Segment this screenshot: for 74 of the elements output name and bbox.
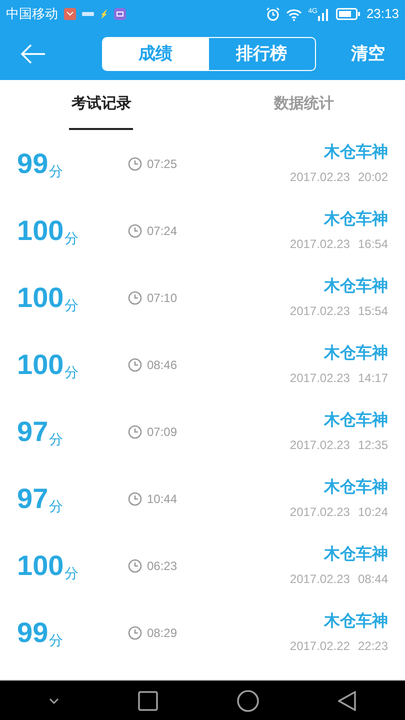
clock-icon [128, 492, 142, 506]
segment-tab[interactable]: 成绩 [102, 38, 208, 70]
clock-icon [128, 224, 142, 238]
score-unit: 分 [49, 432, 64, 446]
duration: 07:09 [147, 424, 178, 440]
duration: 07:10 [147, 290, 178, 306]
user-name: 木仓车神 [324, 611, 388, 632]
time: 22:23 [358, 638, 388, 655]
duration: 08:29 [147, 624, 178, 642]
chevron-down-icon[interactable] [49, 698, 60, 704]
user-name: 木仓车神 [324, 410, 388, 431]
back-icon[interactable] [20, 44, 46, 64]
wifi-icon [286, 8, 302, 20]
clock-icon [128, 626, 142, 640]
user-name: 木仓车神 [324, 276, 388, 297]
alarm-icon [266, 7, 280, 21]
duration: 08:46 [147, 356, 178, 374]
battery-icon [336, 8, 360, 20]
score-unit: 分 [49, 498, 64, 512]
score: 97 [17, 484, 48, 512]
time: 10:24 [358, 504, 388, 521]
signal-icon [318, 8, 330, 20]
clock-time: 23:13 [366, 5, 399, 24]
score: 100 [17, 350, 64, 378]
duration: 06:23 [147, 558, 178, 574]
date: 2017.02.23 [290, 571, 350, 588]
time: 15:54 [358, 303, 388, 320]
date: 2017.02.23 [290, 236, 350, 253]
time: 20:02 [358, 169, 388, 186]
clock-icon [128, 156, 142, 170]
tab[interactable]: 考试记录 [69, 80, 134, 130]
score: 99 [17, 150, 48, 178]
date: 2017.02.23 [290, 169, 350, 186]
score: 100 [17, 284, 64, 312]
score: 100 [17, 216, 64, 244]
clock-icon [128, 558, 142, 572]
time: 16:54 [358, 236, 388, 253]
user-name: 木仓车神 [324, 544, 388, 565]
score: 100 [17, 552, 64, 580]
tab[interactable]: 数据统计 [272, 80, 336, 130]
clock-icon [128, 424, 142, 438]
segment-tab[interactable]: 排行榜 [208, 38, 314, 70]
date: 2017.02.23 [290, 370, 350, 387]
date: 2017.02.23 [290, 303, 350, 320]
score: 97 [17, 418, 48, 446]
user-name: 木仓车神 [324, 142, 388, 163]
triangle-back-icon[interactable] [338, 690, 356, 710]
clock-icon [128, 290, 142, 304]
time: 08:44 [358, 571, 388, 588]
score: 99 [17, 618, 48, 646]
score-unit: 分 [64, 566, 79, 580]
app-icon [114, 8, 126, 20]
carrier-name: 中国移动 [6, 5, 58, 24]
user-name: 木仓车神 [324, 343, 388, 364]
clear-button[interactable]: 清空 [351, 41, 385, 67]
time: 14:17 [358, 370, 388, 387]
score-unit: 分 [49, 164, 64, 178]
time: 12:35 [358, 437, 388, 454]
square-icon[interactable] [138, 690, 158, 710]
duration: 07:24 [147, 222, 178, 240]
bars-icon [82, 11, 94, 17]
date: 2017.02.23 [290, 437, 350, 454]
clock-icon [128, 358, 142, 372]
duration: 10:44 [147, 490, 178, 508]
date: 2017.02.23 [290, 504, 350, 521]
user-name: 木仓车神 [324, 209, 388, 230]
score-unit: 分 [64, 364, 79, 378]
date: 2017.02.22 [290, 638, 350, 655]
score-unit: 分 [49, 632, 64, 646]
score-unit: 分 [64, 230, 79, 244]
score-unit: 分 [64, 298, 79, 312]
duration: 07:25 [147, 156, 178, 172]
circle-icon[interactable] [236, 690, 259, 712]
user-name: 木仓车神 [324, 477, 388, 498]
